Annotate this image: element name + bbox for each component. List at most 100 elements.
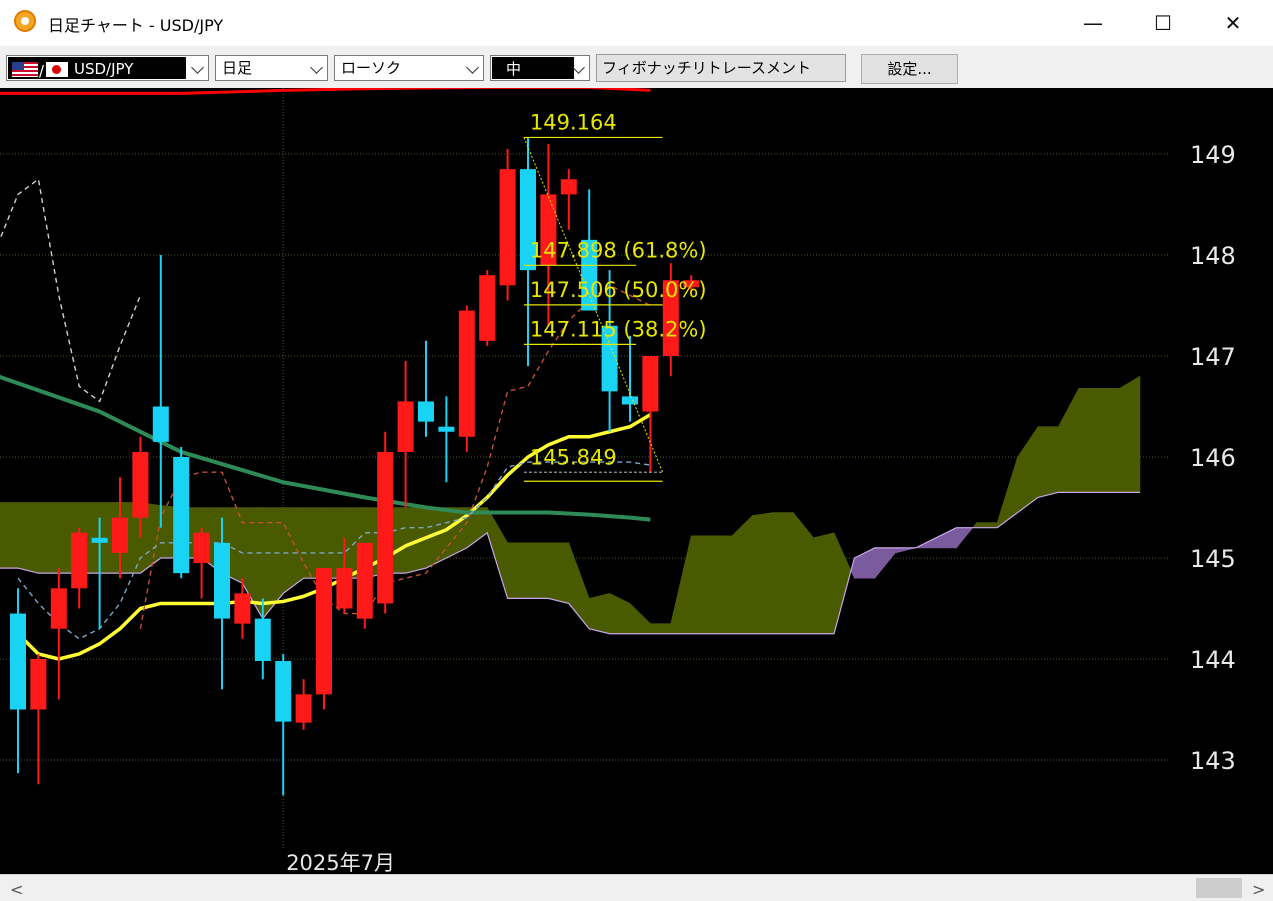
down-candle bbox=[152, 406, 169, 442]
up-candle bbox=[560, 179, 577, 195]
up-candle bbox=[193, 532, 210, 564]
currency-pair-label: USD/JPY bbox=[74, 60, 134, 78]
up-candle bbox=[336, 568, 353, 609]
cloud-segment bbox=[1119, 375, 1141, 493]
up-candle bbox=[112, 517, 128, 553]
down-candle bbox=[173, 457, 190, 574]
currency-pair-display: / USD/JPY bbox=[8, 57, 186, 80]
cloud-segment bbox=[527, 542, 549, 599]
down-candle bbox=[622, 396, 638, 405]
up-candle bbox=[397, 401, 414, 452]
cloud-segment bbox=[813, 532, 835, 635]
down-candle bbox=[275, 661, 292, 722]
chevron-down-icon bbox=[191, 61, 204, 74]
up-candle bbox=[356, 542, 373, 619]
close-button[interactable]: ✕ bbox=[1210, 0, 1256, 46]
title-bar: 日足チャート - USD/JPY — ☐ ✕ bbox=[0, 0, 1273, 46]
maximize-button[interactable]: ☐ bbox=[1140, 0, 1186, 46]
chevron-down-icon bbox=[310, 61, 323, 74]
cloud-segment bbox=[1058, 388, 1080, 493]
chart-area[interactable]: 149.164 147.898 (61.8%) 147.506 (50.0%) 147… bbox=[0, 88, 1273, 874]
fib-level-label: 147.115 (38.2%) bbox=[530, 317, 707, 341]
chevron-down-icon bbox=[572, 61, 585, 74]
y-tick-label: 146 bbox=[1190, 444, 1236, 472]
settings-button[interactable]: 設定... bbox=[861, 54, 958, 84]
y-tick-label: 147 bbox=[1190, 343, 1236, 371]
scrollbar-thumb[interactable] bbox=[1196, 878, 1242, 898]
cloud-segment bbox=[0, 502, 19, 569]
fib-level-label: 149.164 bbox=[530, 110, 617, 134]
candlestick-chart: 149.164 147.898 (61.8%) 147.506 (50.0%) 147… bbox=[0, 88, 1236, 874]
cloud-segment bbox=[792, 511, 814, 635]
up-candle bbox=[132, 451, 149, 518]
us-flag-icon bbox=[12, 62, 38, 77]
up-candle bbox=[30, 659, 47, 710]
cloud-segment bbox=[1037, 426, 1059, 498]
down-candle bbox=[418, 401, 434, 422]
cloud-segment bbox=[833, 532, 852, 634]
jp-flag-icon bbox=[46, 62, 68, 77]
app-logo-icon bbox=[14, 10, 36, 32]
series-line bbox=[0, 178, 142, 403]
down-candle bbox=[91, 537, 108, 543]
cloud-segment bbox=[446, 507, 468, 559]
cloud-segment bbox=[690, 535, 712, 635]
timeframe-select[interactable]: 日足 bbox=[215, 55, 328, 81]
fib-level-label: 145.849 bbox=[530, 445, 617, 469]
scroll-left-arrow[interactable]: < bbox=[10, 880, 23, 899]
cloud-segment bbox=[670, 535, 692, 635]
up-candle bbox=[458, 310, 475, 437]
flag-separator: / bbox=[39, 62, 45, 80]
cloud-segment bbox=[711, 535, 733, 635]
up-candle bbox=[642, 356, 659, 412]
up-candle bbox=[295, 694, 312, 723]
cloud-segment bbox=[935, 527, 957, 549]
currency-pair-select[interactable]: / USD/JPY bbox=[6, 55, 209, 81]
cloud-segment bbox=[17, 502, 39, 574]
size-display: 中 bbox=[492, 57, 574, 79]
cloud-segment bbox=[972, 521, 978, 529]
horizontal-scrollbar[interactable]: < > bbox=[0, 874, 1273, 901]
up-candle bbox=[234, 593, 251, 624]
up-candle bbox=[316, 568, 332, 695]
timeframe-label: 日足 bbox=[222, 59, 253, 77]
cloud-segment bbox=[38, 502, 60, 574]
chart-style-select[interactable]: ローソク bbox=[334, 55, 484, 81]
y-tick-label: 148 bbox=[1190, 242, 1236, 270]
series-line bbox=[0, 88, 651, 95]
cloud-segment bbox=[1098, 388, 1120, 493]
window-title: 日足チャート - USD/JPY bbox=[48, 16, 224, 35]
y-tick-label: 145 bbox=[1190, 545, 1236, 573]
cloud-segment bbox=[629, 602, 651, 635]
chart-style-label: ローソク bbox=[341, 59, 402, 77]
cloud-segment bbox=[588, 592, 610, 635]
cloud-segment bbox=[486, 506, 508, 599]
toolbar: / USD/JPY 日足 ローソク 中 フィボナッチリトレースメント 設定... bbox=[0, 46, 1273, 88]
minimize-button[interactable]: — bbox=[1070, 0, 1116, 46]
y-tick-label: 149 bbox=[1190, 141, 1236, 169]
cloud-segment bbox=[752, 512, 774, 635]
cloud-segment bbox=[976, 522, 998, 529]
size-select[interactable]: 中 bbox=[490, 55, 590, 81]
cloud-segment bbox=[323, 507, 345, 579]
cloud-segment bbox=[507, 542, 529, 599]
cloud-segment bbox=[894, 547, 916, 554]
cloud-segment bbox=[609, 592, 631, 635]
cloud-segment bbox=[874, 547, 896, 580]
cloud-segment bbox=[650, 623, 672, 635]
fib-level-label: 147.506 (50.0%) bbox=[530, 278, 707, 302]
cloud-segment bbox=[772, 512, 794, 635]
up-candle bbox=[377, 451, 394, 604]
down-candle bbox=[438, 426, 455, 432]
up-candle bbox=[71, 532, 88, 589]
cloud-segment bbox=[548, 542, 570, 604]
up-candle bbox=[499, 169, 516, 286]
chevron-down-icon bbox=[466, 61, 479, 74]
up-candle bbox=[50, 588, 67, 629]
x-tick-label: 2025年7月 bbox=[286, 851, 395, 874]
indicator-label: フィボナッチリトレースメント bbox=[596, 54, 846, 82]
y-tick-label: 143 bbox=[1190, 747, 1236, 775]
cloud-segment bbox=[1078, 388, 1100, 493]
scroll-right-arrow[interactable]: > bbox=[1252, 880, 1265, 899]
down-candle bbox=[10, 613, 26, 710]
